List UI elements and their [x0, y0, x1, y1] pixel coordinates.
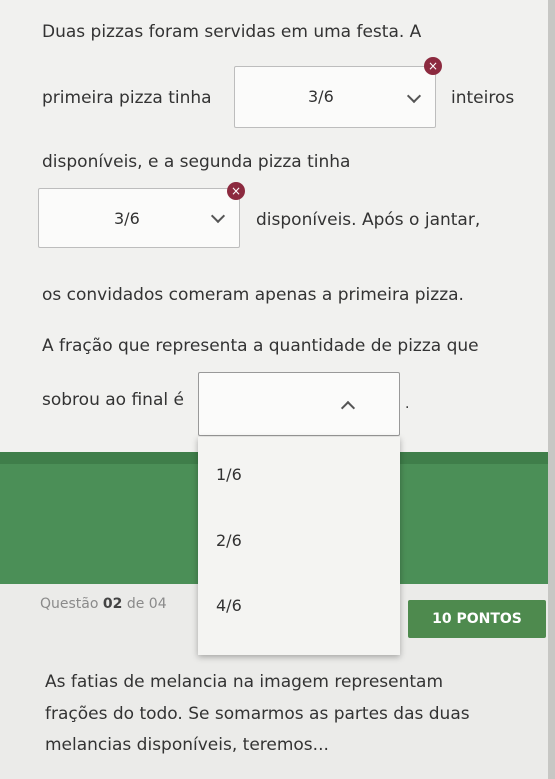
answer-select-3-dropdown: 1/6 2/6 4/6 — [198, 437, 400, 655]
question-number: 02 — [102, 596, 123, 612]
question2-text-line3: melancias disponíveis, teremos... — [45, 735, 329, 755]
question-counter-mid: de — [126, 596, 145, 612]
dropdown-option-3[interactable]: 4/6 — [216, 596, 242, 615]
answer-select-2-value: 3/6 — [114, 209, 140, 228]
page-scrollbar[interactable] — [548, 0, 555, 779]
question-text-line5: os convidados comeram apenas a primeira … — [42, 285, 464, 305]
wrong-answer-icon: × — [424, 57, 442, 75]
dropdown-option-1[interactable]: 1/6 — [216, 465, 242, 484]
wrong-answer-icon: × — [227, 182, 245, 200]
question-text-line1: Duas pizzas foram servidas em uma festa.… — [42, 22, 422, 42]
answer-select-1[interactable]: 3/6 — [234, 66, 436, 128]
chevron-down-icon — [210, 208, 226, 224]
question-counter-prefix: Questão — [40, 596, 99, 612]
question-counter: Questão 02 de 04 — [40, 596, 167, 612]
question-text-line4-suffix: disponíveis. Após o jantar, — [256, 210, 481, 230]
question-total: 04 — [148, 596, 167, 612]
question-text-line7-prefix: sobrou ao final é — [42, 390, 184, 410]
sentence-period: . — [405, 396, 410, 412]
dropdown-option-2[interactable]: 2/6 — [216, 531, 242, 550]
answer-select-3[interactable] — [198, 372, 400, 436]
question2-text-line1: As fatias de melancia na imagem represen… — [45, 672, 444, 692]
question-text-line3: disponíveis, e a segunda pizza tinha — [42, 152, 351, 172]
question-text-line2-suffix: inteiros — [451, 88, 515, 108]
chevron-down-icon — [406, 88, 422, 104]
chevron-up-icon — [340, 400, 356, 416]
question-text-line6: A fração que representa a quantidade de … — [42, 336, 479, 356]
question-card: Duas pizzas foram servidas em uma festa.… — [0, 0, 548, 452]
points-badge: 10 PONTOS — [408, 600, 546, 638]
answer-select-1-value: 3/6 — [308, 87, 334, 106]
answer-select-2[interactable]: 3/6 — [38, 188, 240, 248]
question2-text-line2: frações do todo. Se somarmos as partes d… — [45, 704, 470, 724]
question-text-line2-prefix: primeira pizza tinha — [42, 88, 212, 108]
